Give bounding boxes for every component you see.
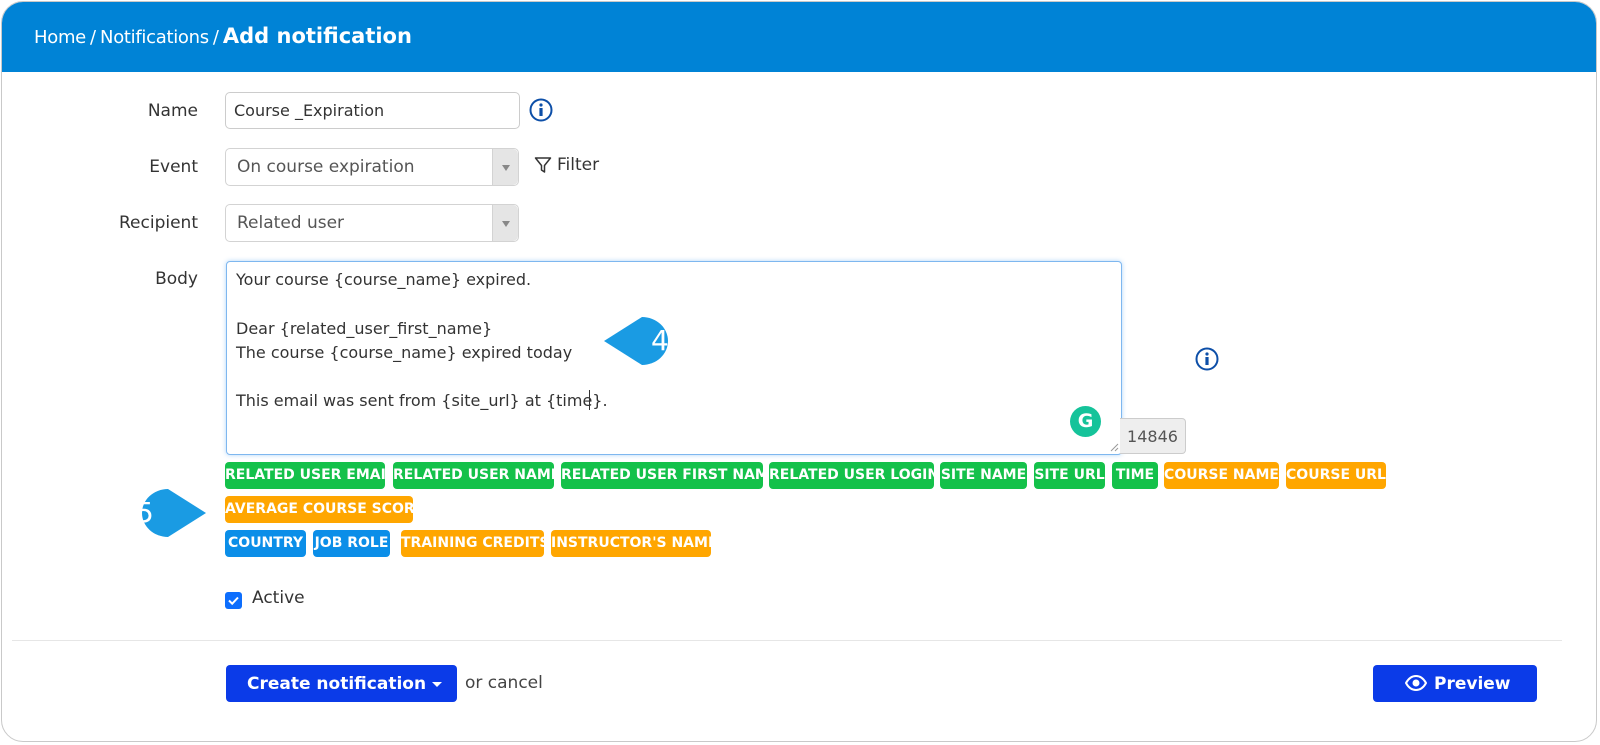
tag-site-name[interactable]: SITE NAME <box>940 462 1027 489</box>
active-label: Active <box>252 588 305 608</box>
name-info-icon[interactable] <box>529 98 553 122</box>
caret-down-icon <box>492 205 518 241</box>
tag-average-course-score[interactable]: AVERAGE COURSE SCORE <box>225 496 424 523</box>
body-line: The course {course_name} expired today <box>236 343 573 362</box>
callout-5-marker <box>142 489 206 537</box>
header-bar: Home / Notifications / Add notification <box>2 2 1596 72</box>
resize-handle-icon[interactable] <box>1109 442 1119 452</box>
tag-related-user-email[interactable]: RELATED USER EMAIL <box>225 462 395 489</box>
recipient-selected-value: Related user <box>237 213 345 233</box>
breadcrumb-notifications[interactable]: Notifications <box>100 27 209 48</box>
tag-related-user-login[interactable]: RELATED USER LOGIN <box>769 462 939 489</box>
text-cursor <box>589 390 590 410</box>
filter-label: Filter <box>557 155 600 175</box>
callout-4-marker <box>604 317 668 365</box>
event-select[interactable]: On course expiration <box>225 148 519 186</box>
event-selected-value: On course expiration <box>237 157 415 177</box>
checkmark-icon <box>228 596 239 606</box>
tag-site-url[interactable]: SITE URL <box>1034 462 1105 489</box>
body-line: Your course {course_name} expired. <box>236 270 532 289</box>
create-notification-label: Create notification <box>247 674 427 694</box>
body-line: Dear {related_user_first_name} <box>236 319 493 338</box>
tag-related-user-name[interactable]: RELATED USER NAME <box>393 462 560 489</box>
recipient-label: Recipient <box>119 213 198 233</box>
create-notification-button[interactable]: Create notification <box>226 665 457 702</box>
tag-instructors-name[interactable]: INSTRUCTOR'S NAME <box>551 530 718 557</box>
body-label: Body <box>155 269 198 289</box>
eye-icon <box>1405 675 1427 691</box>
tag-time[interactable]: TIME <box>1112 462 1158 489</box>
active-checkbox[interactable] <box>225 592 242 609</box>
recipient-select[interactable]: Related user <box>225 204 519 242</box>
preview-label: Preview <box>1434 674 1511 694</box>
page-title: Add notification <box>222 24 412 48</box>
create-options-dropdown-icon[interactable] <box>419 665 457 702</box>
grammarly-icon[interactable]: G <box>1070 406 1101 437</box>
breadcrumb-separator: / <box>89 27 97 48</box>
cancel-link[interactable]: or cancel <box>465 673 543 693</box>
tag-course-url[interactable]: COURSE URL <box>1286 462 1386 489</box>
tag-country[interactable]: COUNTRY <box>225 530 306 557</box>
breadcrumb-separator: / <box>212 27 219 48</box>
tag-training-credits[interactable]: TRAINING CREDITS <box>401 530 549 557</box>
tag-job-role[interactable]: JOB ROLE <box>313 530 390 557</box>
callout-4-number: 4 <box>651 324 669 357</box>
breadcrumb-home[interactable]: Home <box>34 27 86 48</box>
funnel-icon <box>534 157 552 173</box>
tag-course-name[interactable]: COURSE NAME <box>1164 462 1279 489</box>
tag-related-user-first-name[interactable]: RELATED USER FIRST NAME <box>561 462 778 489</box>
callout-5-number: 5 <box>136 496 154 529</box>
notification-window: Home / Notifications / Add notification Name… <box>1 1 1597 742</box>
body-info-icon[interactable] <box>1195 347 1219 371</box>
caret-down-icon <box>492 149 518 185</box>
preview-button[interactable]: Preview <box>1373 665 1537 702</box>
name-input[interactable] <box>225 92 520 129</box>
breadcrumb: Home / Notifications / Add notification <box>34 24 412 48</box>
divider <box>12 640 1562 641</box>
name-label: Name <box>147 101 198 121</box>
event-label: Event <box>149 157 198 177</box>
character-counter: 14846 <box>1120 418 1186 454</box>
body-line: This email was sent from {site_url} at {… <box>236 391 608 410</box>
